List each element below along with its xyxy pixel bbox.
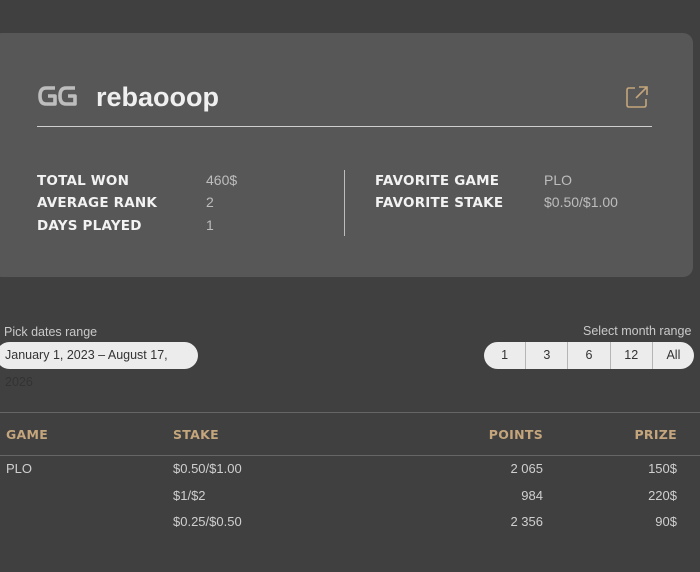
- average-rank-label: AVERAGE RANK: [37, 195, 158, 211]
- stats-separator: [344, 170, 345, 236]
- dates-range-label: Pick dates range: [4, 325, 98, 339]
- month-range-selector: 1 3 6 12 All: [484, 342, 694, 369]
- favorite-stake-label: FAVORITE STAKE: [375, 195, 504, 211]
- cell-points: 2 356: [510, 514, 543, 529]
- header-points: POINTS: [488, 427, 543, 442]
- cell-points: 984: [521, 488, 543, 503]
- total-won-label: TOTAL WON: [37, 173, 130, 189]
- header-prize: PRIZE: [634, 427, 677, 442]
- cell-stake: $0.50/$1.00: [173, 461, 242, 476]
- month-range-label: Select month range: [583, 324, 692, 338]
- month-option-all[interactable]: All: [653, 342, 694, 369]
- header-game: GAME: [6, 427, 49, 442]
- cell-stake: $1/$2: [173, 488, 206, 503]
- cell-prize: 90$: [655, 514, 677, 529]
- table-top-border: [0, 412, 700, 413]
- header-stake: STAKE: [173, 427, 219, 442]
- cell-prize: 150$: [648, 461, 677, 476]
- month-option-3[interactable]: 3: [526, 342, 569, 369]
- gg-logo-icon: [38, 86, 77, 106]
- username: rebaooop: [96, 82, 220, 112]
- total-won-value: 460$: [206, 172, 238, 188]
- date-range-picker[interactable]: January 1, 2023 – August 17, 2026: [0, 342, 198, 389]
- favorite-game-label: FAVORITE GAME: [375, 173, 500, 189]
- cell-game: PLO: [6, 461, 33, 476]
- favorite-game-value: PLO: [544, 172, 573, 188]
- days-played-value: 1: [206, 217, 214, 233]
- favorite-stake-value: $0.50/$1.00: [544, 194, 618, 210]
- cell-stake: $0.25/$0.50: [173, 514, 242, 529]
- cell-points: 2 065: [510, 461, 543, 476]
- month-option-6[interactable]: 6: [568, 342, 611, 369]
- cell-prize: 220$: [648, 488, 677, 503]
- days-played-label: DAYS PLAYED: [37, 218, 142, 234]
- card-divider: [37, 126, 652, 127]
- month-option-1[interactable]: 1: [484, 342, 527, 369]
- profile-card: rebaooop TOTAL WON 460$ AVERAGE RANK 2 D…: [0, 33, 693, 277]
- external-link-icon[interactable]: [625, 85, 649, 109]
- month-option-12[interactable]: 12: [611, 342, 653, 369]
- table-header-border: [0, 455, 700, 456]
- average-rank-value: 2: [206, 194, 214, 210]
